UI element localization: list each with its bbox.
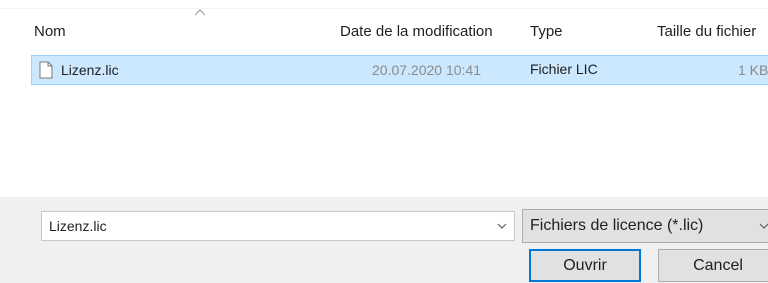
filename-input-value[interactable]: Lizenz.lic — [42, 218, 490, 234]
open-button[interactable]: Ouvrir — [529, 249, 641, 282]
column-header-date-modified[interactable]: Date de la modification — [340, 23, 493, 40]
file-type-filter-select[interactable]: Fichiers de licence (*.lic) — [522, 209, 768, 243]
file-type-filter-value: Fichiers de licence (*.lic) — [530, 217, 704, 234]
sort-ascending-icon — [193, 4, 207, 16]
file-date-modified: 20.07.2020 10:41 — [372, 62, 481, 78]
filename-input[interactable]: Lizenz.lic — [41, 211, 515, 241]
file-row-selected[interactable]: Lizenz.lic 20.07.2020 10:41 Fichier LIC … — [31, 55, 768, 85]
file-icon — [39, 61, 53, 79]
column-header-name[interactable]: Nom — [34, 23, 66, 40]
file-list[interactable]: Nom Date de la modification Type Taille … — [0, 0, 768, 197]
column-header-type[interactable]: Type — [530, 23, 563, 40]
header-divider — [0, 8, 768, 9]
file-open-dialog: Nom Date de la modification Type Taille … — [0, 0, 768, 283]
chevron-down-icon[interactable] — [490, 212, 514, 240]
file-name: Lizenz.lic — [61, 62, 119, 78]
column-header-size[interactable]: Taille du fichier — [657, 23, 756, 40]
file-type: Fichier LIC — [530, 61, 598, 77]
chevron-down-icon[interactable] — [747, 210, 768, 242]
cancel-button[interactable]: Cancel — [658, 249, 768, 282]
file-size: 1 KB — [738, 62, 768, 78]
column-header-row: Nom Date de la modification Type Taille … — [0, 0, 768, 50]
